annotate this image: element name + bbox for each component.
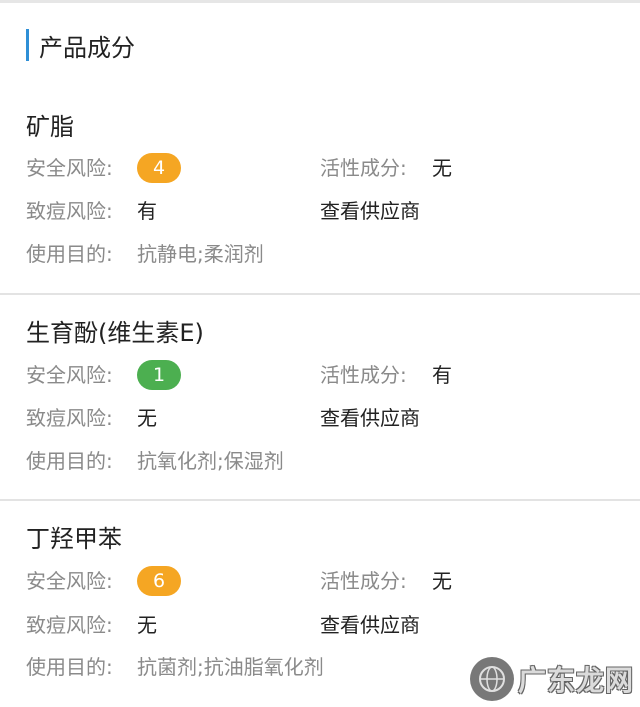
acne-row: 致痘风险: 无 查看供应商 — [0, 610, 640, 640]
section-title: 产品成分 — [39, 33, 135, 62]
view-supplier-link[interactable]: 查看供应商 — [320, 403, 420, 433]
purpose-value: 抗菌剂;抗油脂氧化剂 — [137, 655, 324, 679]
active-ingredient-label: 活性成分: — [320, 156, 407, 180]
purpose-row: 使用目的: 抗静电;柔润剂 — [0, 239, 640, 269]
active-ingredient-label: 活性成分: — [320, 569, 407, 593]
ingredient-name: 矿脂 — [26, 113, 74, 141]
acne-row: 致痘风险: 有 查看供应商 — [0, 196, 640, 226]
view-supplier-link[interactable]: 查看供应商 — [320, 196, 420, 226]
acne-risk-value: 有 — [137, 199, 157, 223]
ingredient-name: 丁羟甲苯 — [26, 525, 122, 553]
acne-risk-label: 致痘风险: — [26, 199, 113, 223]
top-border — [0, 0, 640, 3]
risk-row: 安全风险: 1 活性成分: 有 — [0, 360, 640, 390]
safety-risk-label: 安全风险: — [26, 363, 113, 387]
section-header: 产品成分 — [26, 28, 135, 62]
purpose-label: 使用目的: — [26, 449, 113, 473]
safety-risk-badge: 6 — [137, 566, 181, 596]
active-ingredient-label: 活性成分: — [320, 363, 407, 387]
divider — [0, 293, 640, 295]
acne-row: 致痘风险: 无 查看供应商 — [0, 403, 640, 433]
watermark-text: 广东龙网 — [517, 664, 634, 697]
risk-row: 安全风险: 4 活性成分: 无 — [0, 153, 640, 183]
purpose-label: 使用目的: — [26, 655, 113, 679]
globe-logo-icon — [469, 657, 514, 701]
acne-risk-value: 无 — [137, 406, 157, 430]
purpose-label: 使用目的: — [26, 242, 113, 266]
view-supplier-link[interactable]: 查看供应商 — [320, 610, 420, 640]
acne-risk-value: 无 — [137, 613, 157, 637]
active-ingredient-value: 无 — [432, 156, 452, 180]
risk-row: 安全风险: 6 活性成分: 无 — [0, 566, 640, 596]
divider — [0, 499, 640, 501]
purpose-value: 抗氧化剂;保湿剂 — [137, 449, 284, 473]
ingredient-name: 生育酚(维生素E) — [26, 319, 204, 347]
active-ingredient-value: 有 — [432, 363, 452, 387]
acne-risk-label: 致痘风险: — [26, 406, 113, 430]
title-accent-bar — [26, 29, 29, 61]
watermark: 广东龙网 — [469, 657, 634, 701]
purpose-value: 抗静电;柔润剂 — [137, 242, 264, 266]
acne-risk-label: 致痘风险: — [26, 613, 113, 637]
active-ingredient-value: 无 — [432, 569, 452, 593]
safety-risk-badge: 4 — [137, 153, 181, 183]
purpose-row: 使用目的: 抗氧化剂;保湿剂 — [0, 446, 640, 476]
safety-risk-label: 安全风险: — [26, 569, 113, 593]
safety-risk-label: 安全风险: — [26, 156, 113, 180]
safety-risk-badge: 1 — [137, 360, 181, 390]
